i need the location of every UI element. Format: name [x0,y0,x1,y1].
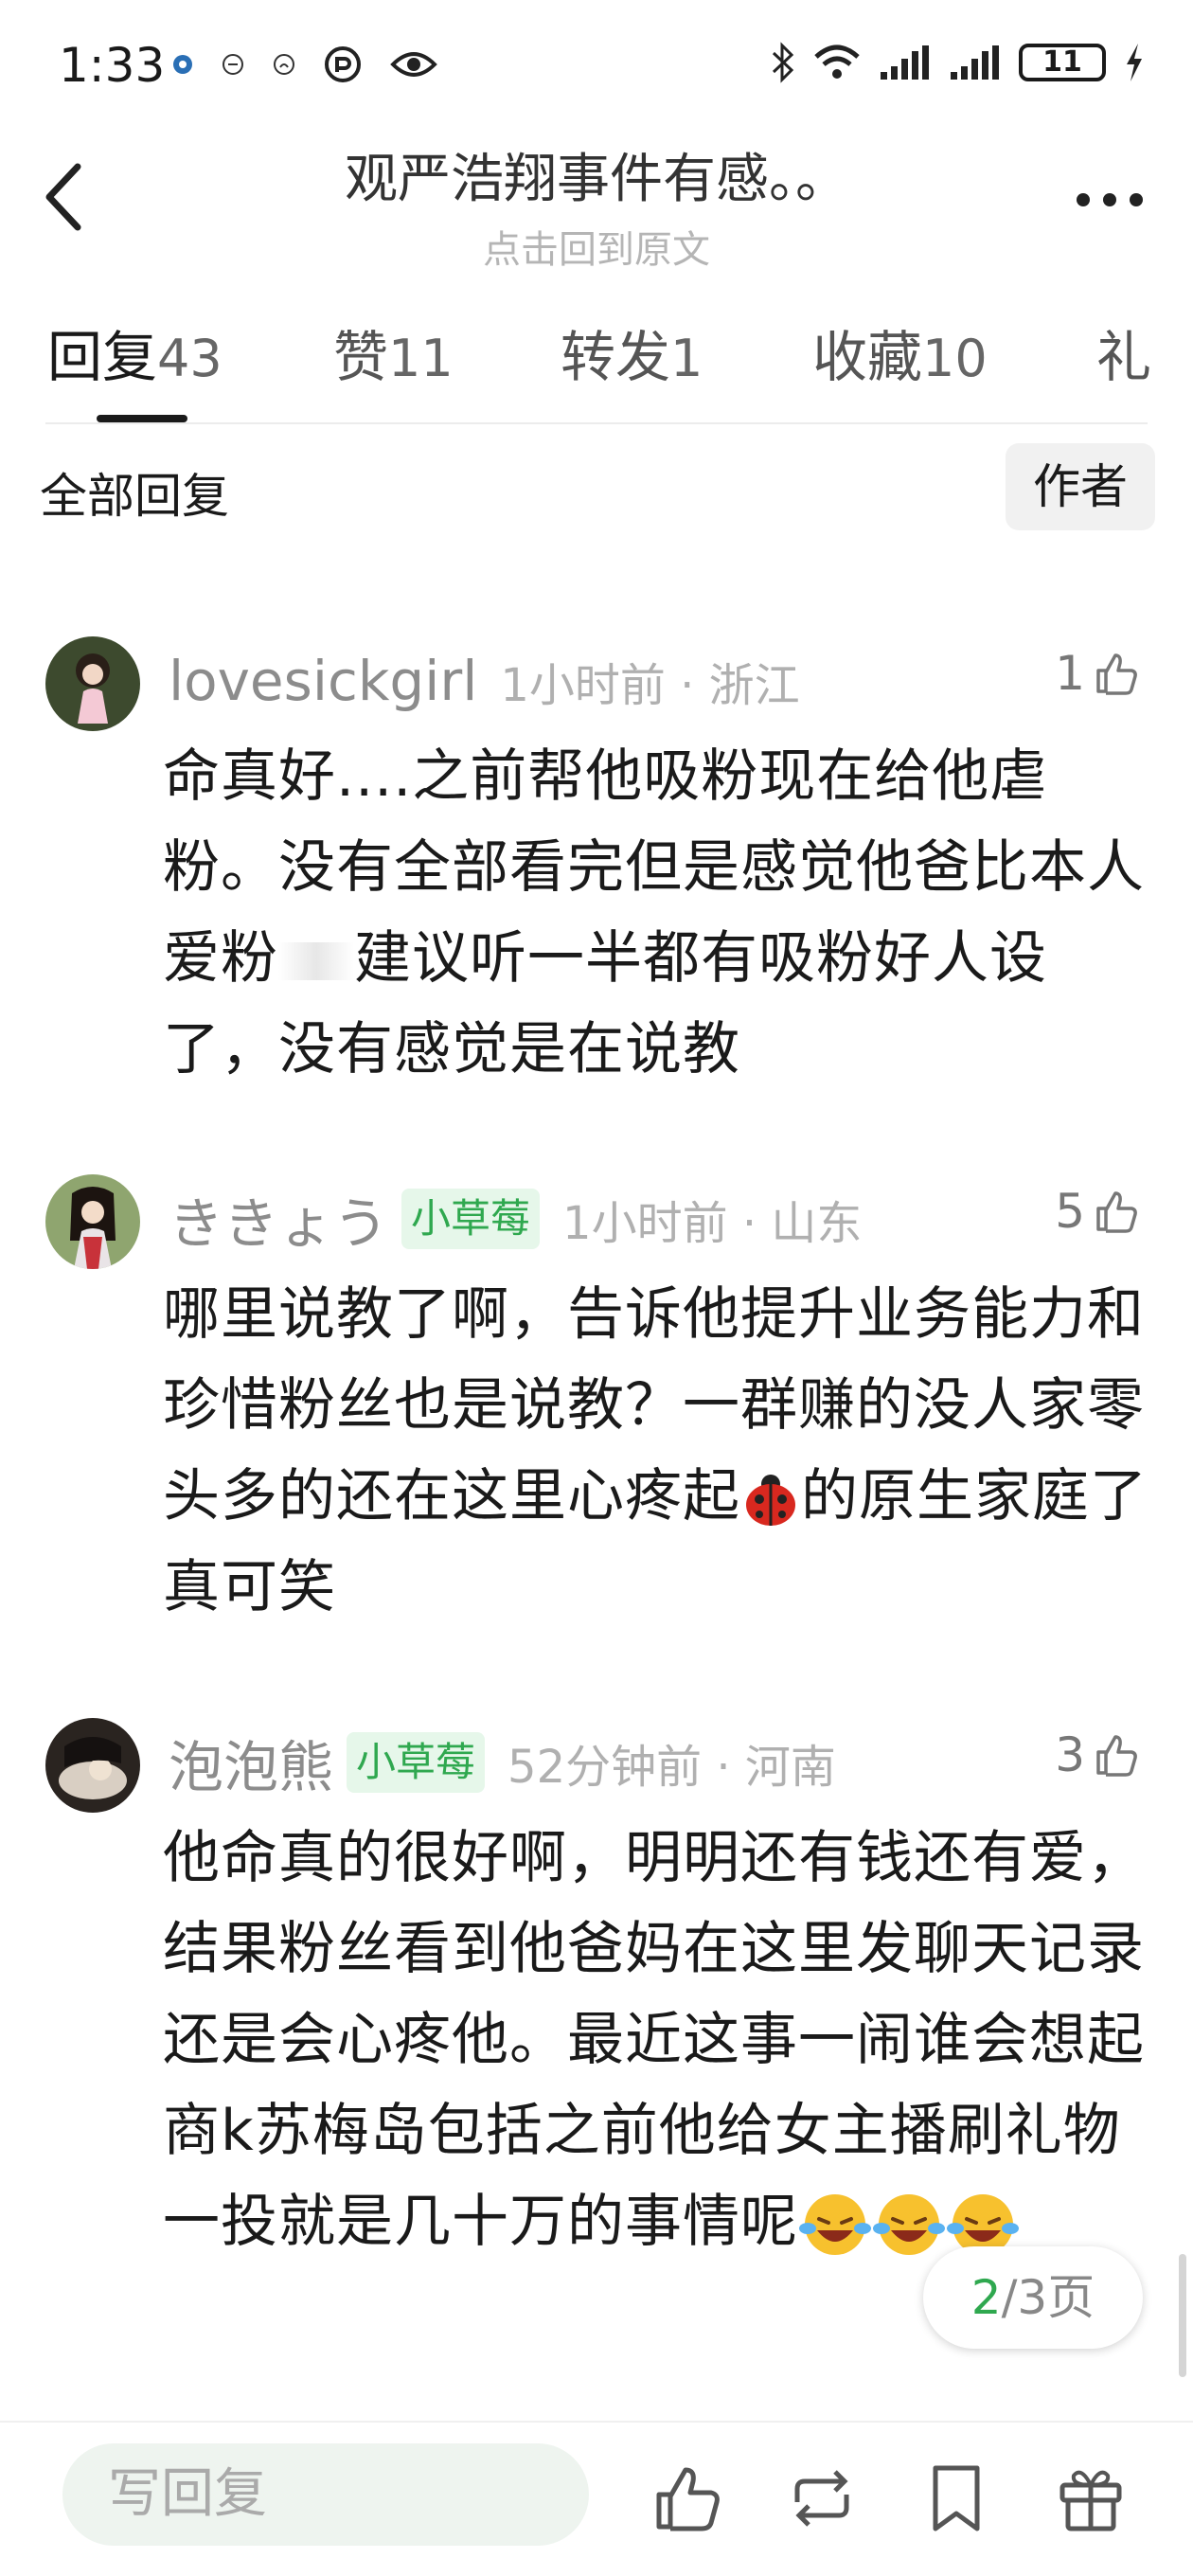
status-right-icons: 11 [771,42,1146,83]
like-button[interactable]: 3 [1055,1727,1140,1782]
thumbs-up-icon [1096,653,1137,695]
tab-label: 转发 [561,325,671,389]
comment-item: lovesickgirl 1小时前 · 浙江 1 命真好....之前帮他吸粉现在… [0,636,1193,1082]
status-time: 1:33 [59,38,166,93]
charging-icon [1127,44,1142,81]
comment-time-location: 52分钟前 · 河南 [507,1741,836,1794]
username[interactable]: ききょう [169,1179,388,1259]
comment-location: 山东 [771,1197,863,1250]
filter-author-button[interactable]: 作者 [1006,443,1155,530]
tab-count: 1 [670,329,703,388]
notification-icon [223,54,243,75]
tab-replies[interactable]: 回复43 [47,313,223,392]
comment-time: 1小时前 [562,1197,728,1250]
like-post-icon[interactable] [650,2460,725,2536]
comment-meta: lovesickgirl 1小时前 · 浙江 [169,638,800,724]
comment-time-location: 1小时前 · 浙江 [500,659,800,712]
like-count: 5 [1055,1184,1085,1239]
comment-time: 52分钟前 [507,1741,703,1794]
app-notification-icon [173,55,192,74]
comment-time: 1小时前 [500,659,666,712]
avatar[interactable] [45,1718,140,1813]
status-left-icons [172,45,437,83]
comment-meta: 泡泡熊 小草莓 52分钟前 · 河南 [169,1720,836,1805]
laughing-emoji-icon [799,2194,871,2256]
blurred-emoji [278,942,354,981]
like-count: 3 [1055,1727,1085,1782]
like-button[interactable]: 5 [1055,1184,1140,1239]
tab-label: 回复 [47,325,158,389]
thumbs-up-icon [1096,1191,1137,1233]
gift-icon[interactable] [1053,2460,1129,2536]
header: 观严浩翔事件有感。。 点击回到原文 [0,133,1193,275]
wifi-icon [814,45,860,79]
active-tab-indicator [97,415,187,422]
username[interactable]: 泡泡熊 [169,1723,333,1802]
user-badge: 小草莓 [347,1732,486,1793]
reply-input[interactable]: 写回复 [62,2443,589,2546]
back-button[interactable] [38,159,95,235]
laughing-emoji-icon [873,2194,945,2256]
eye-icon [390,52,437,77]
thumbs-up-icon [1096,1735,1137,1777]
filter-all-replies[interactable]: 全部回复 [40,458,229,527]
scrollbar[interactable] [1179,2254,1186,2377]
comment-content: 他命真的很好啊，明明还有钱还有爱，结果粉丝看到他爸妈在这里发聊天记录还是会心疼他… [163,1813,1148,2267]
bookmark-icon[interactable] [918,2460,994,2536]
avatar[interactable] [45,1174,140,1269]
comment-content: 哪里说教了啊，告诉他提升业务能力和珍惜粉丝也是说教？一群赚的没人家零头多的还在这… [163,1269,1148,1633]
title-block[interactable]: 观严浩翔事件有感。。 点击回到原文 [189,136,1004,274]
app-notification-icon [325,46,361,82]
tab-label: 礼 [1096,325,1152,389]
notification-icon [274,54,294,75]
back-to-original-link[interactable]: 点击回到原文 [189,219,1004,274]
tab-count: 11 [388,329,454,388]
like-count: 1 [1055,646,1085,701]
filter-row: 全部回复 作者 [0,443,1193,538]
user-badge: 小草莓 [401,1189,541,1249]
signal-icon [951,45,999,80]
more-options-icon[interactable] [1072,186,1148,214]
comment-item: ききょう 小草莓 1小时前 · 山东 5 哪里说教了啊，告诉他提升业务能力和珍惜… [0,1174,1193,1667]
tab-gifts[interactable]: 礼 [1096,313,1151,392]
tab-bar: 回复43 赞11 转发1 收藏10 礼 [0,313,1193,426]
ladybug-emoji-icon [746,1475,795,1527]
tab-favorites[interactable]: 收藏10 [812,313,988,392]
post-title[interactable]: 观严浩翔事件有感。。 [189,136,1004,213]
username[interactable]: lovesickgirl [169,649,477,713]
tab-label: 赞 [333,325,389,389]
bluetooth-icon [772,42,794,83]
comment-meta: ききょう 小草莓 1小时前 · 山东 [169,1176,862,1261]
tab-likes[interactable]: 赞11 [333,313,454,392]
battery-icon: 11 [1019,44,1106,81]
comment-location: 河南 [744,1741,836,1794]
page-indicator[interactable]: 2/3页 [923,2246,1143,2349]
total-pages: /3页 [1001,2270,1095,2325]
tab-count: 10 [922,329,988,388]
tab-label: 收藏 [812,325,923,389]
comment-time-location: 1小时前 · 山东 [562,1197,863,1250]
like-button[interactable]: 1 [1055,646,1140,701]
tab-count: 43 [157,329,223,388]
avatar[interactable] [45,636,140,731]
current-page: 2 [970,2270,1002,2325]
comment-location: 浙江 [708,659,800,712]
tab-reposts[interactable]: 转发1 [561,313,703,392]
tabs-divider [45,422,1148,424]
repost-icon[interactable] [784,2460,860,2536]
signal-icon [881,45,929,80]
status-bar: 1:33 11 [0,0,1193,133]
bottom-action-bar: 写回复 [0,2421,1193,2576]
comment-content: 命真好....之前帮他吸粉现在给他虐粉。没有全部看完但是感觉他爸比本人爱粉 建议听… [163,731,1148,1095]
